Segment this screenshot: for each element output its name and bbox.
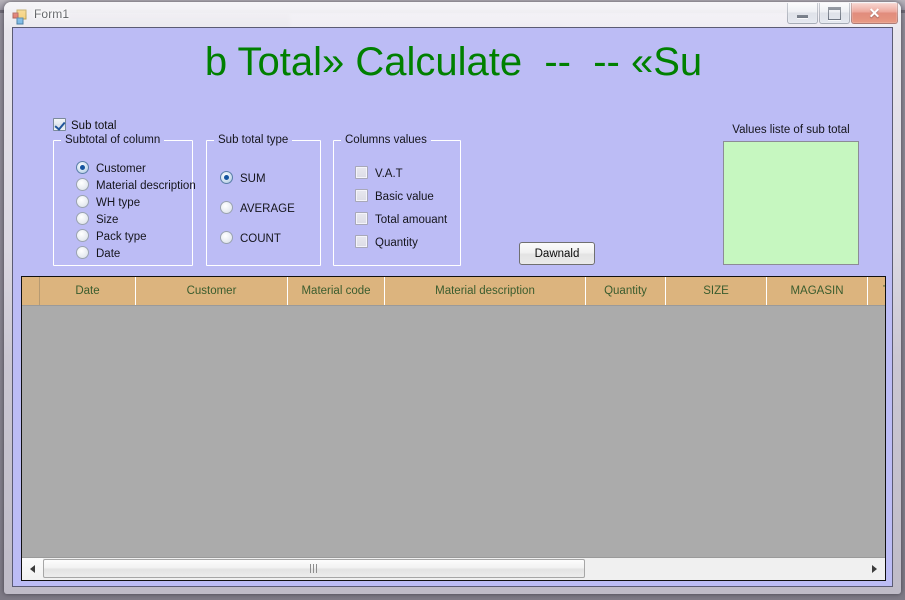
checkbox-basic-value[interactable]: Basic value [355, 189, 434, 203]
radio-icon [76, 246, 89, 259]
checkbox-icon [53, 118, 66, 131]
radio-icon [76, 195, 89, 208]
radio-pack-type[interactable]: Pack type [76, 229, 147, 243]
scrollbar-thumb[interactable] [43, 559, 585, 578]
group-subtotal-of-column: Subtotal of column Customer Material des… [53, 134, 196, 266]
group-sub-total-type: Sub total type SUM AVERAGE COUNT [206, 134, 321, 266]
radio-icon [76, 161, 89, 174]
radio-sum[interactable]: SUM [220, 171, 266, 185]
checkbox-icon [355, 166, 368, 179]
close-button[interactable]: ✕ [851, 3, 898, 24]
minimize-icon [797, 14, 808, 18]
checkbox-quantity[interactable]: Quantity [355, 235, 418, 249]
grid-column-header-quantity[interactable]: Quantity [586, 277, 666, 305]
radio-material-description[interactable]: Material description [76, 178, 196, 192]
radio-date[interactable]: Date [76, 246, 120, 260]
screen: Form1 ✕ b Total» Calculate -- -- «Su Sub… [0, 0, 905, 600]
radio-average[interactable]: AVERAGE [220, 201, 295, 215]
grid-column-header-material-code[interactable]: Material code [288, 277, 385, 305]
radio-icon [220, 201, 233, 214]
window-title: Form1 [34, 7, 70, 21]
grid-column-header-total[interactable]: TOTA [868, 277, 885, 305]
scroll-left-button[interactable] [22, 558, 43, 580]
scrollbar-track[interactable] [43, 558, 864, 580]
radio-icon [220, 231, 233, 244]
checkbox-quantity-label: Quantity [375, 237, 418, 249]
radio-customer-label: Customer [96, 163, 146, 175]
radio-size-label: Size [96, 214, 119, 226]
radio-count-label: COUNT [240, 233, 281, 245]
radio-sum-label: SUM [240, 173, 266, 185]
chevron-right-icon [872, 565, 877, 573]
grid-column-header-date[interactable]: Date [40, 277, 136, 305]
checkbox-vat-label: V.A.T [375, 168, 403, 180]
maximize-icon [828, 6, 841, 20]
grid-column-header-size[interactable]: SIZE [666, 277, 767, 305]
maximize-button[interactable] [819, 3, 850, 24]
group-subtotal-of-column-title: Subtotal of column [61, 134, 165, 146]
checkbox-icon [355, 235, 368, 248]
form-client-area: b Total» Calculate -- -- «Su Sub total S… [12, 27, 893, 587]
sub-total-checkbox[interactable]: Sub total [53, 118, 116, 132]
caption-buttons: ✕ [786, 3, 898, 24]
data-grid-header: Date Customer Material code Material des… [22, 277, 885, 306]
group-columns-values-title: Columns values [341, 134, 431, 146]
radio-icon [76, 229, 89, 242]
data-grid[interactable]: Date Customer Material code Material des… [21, 276, 886, 581]
radio-icon [76, 212, 89, 225]
scroll-right-button[interactable] [864, 558, 885, 580]
grip-icon [309, 564, 319, 573]
radio-average-label: AVERAGE [240, 203, 295, 215]
checkbox-total-amouant-label: Total amouant [375, 214, 448, 226]
checkbox-icon [355, 189, 368, 202]
group-columns-values: Columns values V.A.T Basic value Total a… [333, 134, 461, 266]
radio-icon [220, 171, 233, 184]
values-list-box[interactable] [723, 141, 859, 265]
radio-pack-type-label: Pack type [96, 231, 147, 243]
application-window: Form1 ✕ b Total» Calculate -- -- «Su Sub… [4, 2, 901, 594]
radio-wh-type[interactable]: WH type [76, 195, 140, 209]
grid-column-header-rowselect[interactable] [22, 277, 40, 305]
radio-date-label: Date [96, 248, 121, 260]
grid-column-header-material-description[interactable]: Material description [385, 277, 586, 305]
radio-size[interactable]: Size [76, 212, 118, 226]
radio-customer[interactable]: Customer [76, 161, 146, 175]
data-grid-body [22, 306, 885, 557]
vb-form-icon [12, 9, 27, 25]
data-grid-horizontal-scrollbar[interactable] [22, 557, 885, 580]
checkbox-basic-value-label: Basic value [375, 191, 434, 203]
grid-column-header-customer[interactable]: Customer [136, 277, 288, 305]
checkbox-vat[interactable]: V.A.T [355, 166, 403, 180]
title-bar[interactable]: Form1 ✕ [4, 2, 901, 30]
radio-icon [76, 178, 89, 191]
sub-total-checkbox-label: Sub total [71, 120, 117, 132]
download-button[interactable]: Dawnald [519, 242, 595, 265]
radio-count[interactable]: COUNT [220, 231, 281, 245]
radio-material-description-label: Material description [96, 180, 196, 192]
grid-column-header-magasin[interactable]: MAGASIN [767, 277, 868, 305]
close-icon: ✕ [868, 5, 881, 21]
minimize-button[interactable] [787, 3, 818, 24]
checkbox-icon [355, 212, 368, 225]
page-title: b Total» Calculate -- -- «Su [204, 40, 703, 84]
group-sub-total-type-title: Sub total type [214, 134, 293, 146]
checkbox-total-amouant[interactable]: Total amouant [355, 212, 447, 226]
radio-wh-type-label: WH type [96, 197, 141, 209]
chevron-left-icon [30, 565, 35, 573]
values-list-label: Values liste of sub total [732, 124, 850, 136]
